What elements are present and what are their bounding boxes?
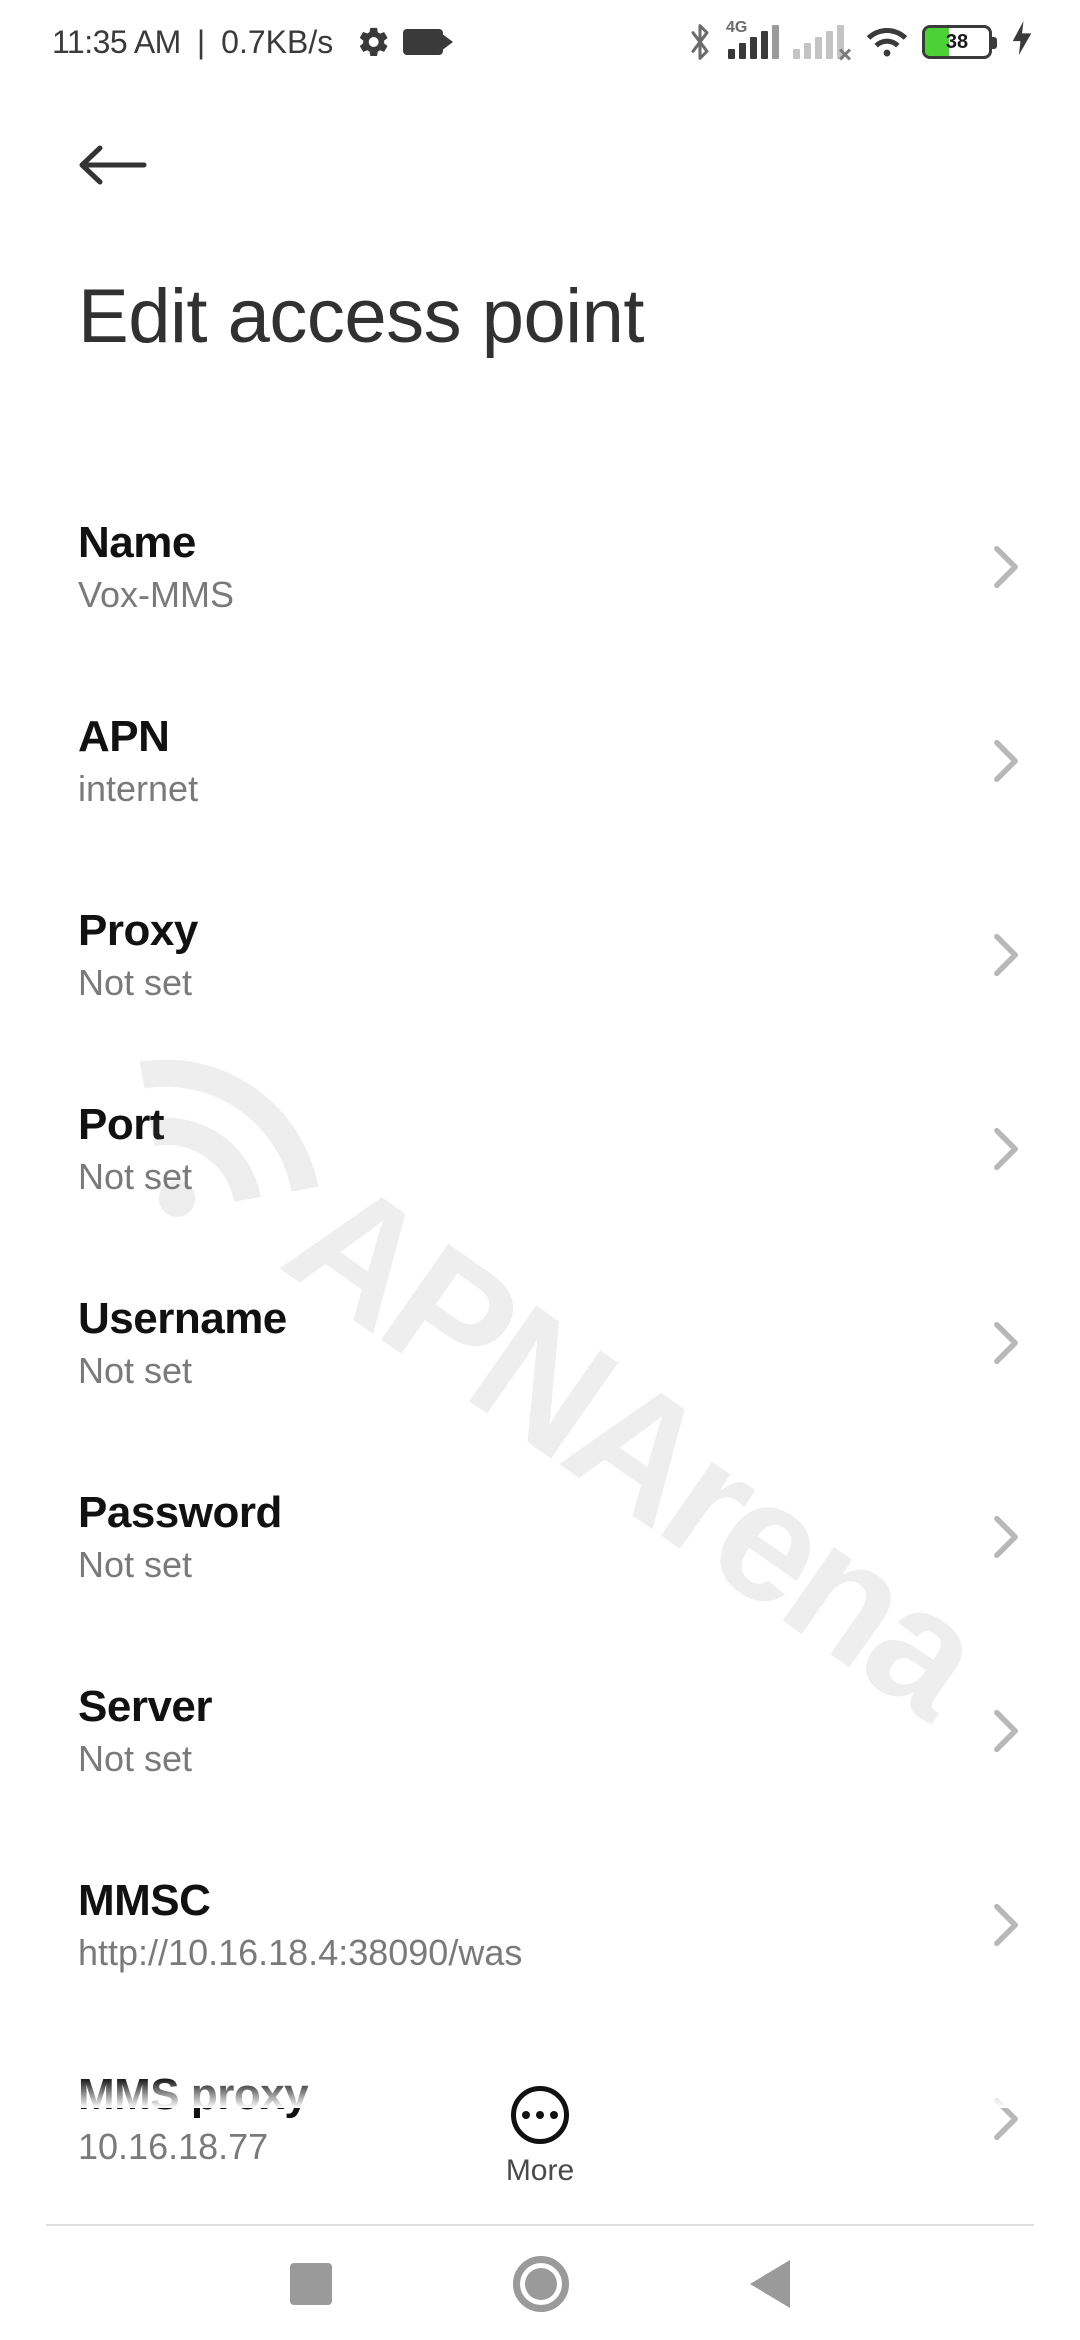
setting-label: Password (78, 1488, 282, 1538)
setting-row-name[interactable]: Name Vox-MMS (78, 470, 1028, 664)
chevron-right-icon (992, 739, 1028, 783)
more-icon (511, 2086, 569, 2144)
setting-value: Not set (78, 1350, 287, 1392)
setting-value: Not set (78, 1544, 282, 1586)
settings-list: Name Vox-MMS APN internet Proxy Not set … (0, 360, 1080, 2216)
chevron-right-icon (992, 545, 1028, 589)
setting-row-server[interactable]: Server Not set (78, 1634, 1028, 1828)
nav-back-button[interactable] (750, 2260, 790, 2308)
status-bar-left: 11:35 AM | 0.7KB/s (52, 24, 443, 61)
nav-recents-button[interactable] (290, 2263, 332, 2305)
status-separator: | (197, 24, 205, 61)
back-button[interactable] (78, 142, 148, 188)
setting-row-username[interactable]: Username Not set (78, 1246, 1028, 1440)
setting-label: APN (78, 712, 198, 762)
chevron-right-icon (992, 1321, 1028, 1365)
camera-icon (403, 29, 443, 55)
setting-label: Name (78, 518, 234, 568)
more-label: More (506, 2154, 574, 2188)
battery-percent: 38 (925, 31, 989, 54)
setting-row-mmsc[interactable]: MMSC http://10.16.18.4:38090/was (78, 1828, 1028, 2022)
more-button[interactable]: More (0, 2086, 1080, 2188)
signal-sim2-icon (793, 25, 852, 59)
chevron-right-icon (992, 1903, 1028, 1947)
setting-value: http://10.16.18.4:38090/was (78, 1932, 522, 1974)
setting-label: Proxy (78, 906, 198, 956)
status-time: 11:35 AM (52, 24, 181, 61)
status-bar: 11:35 AM | 0.7KB/s 4G (0, 0, 1080, 84)
nav-home-button[interactable] (513, 2256, 569, 2312)
bluetooth-icon (686, 22, 714, 62)
setting-row-port[interactable]: Port Not set (78, 1052, 1028, 1246)
setting-value: Not set (78, 1156, 192, 1198)
chevron-right-icon (992, 1709, 1028, 1753)
nav-bar (0, 2228, 1080, 2340)
setting-label: MMSC (78, 1876, 522, 1926)
setting-value: internet (78, 768, 198, 810)
network-type-label: 4G (726, 19, 747, 37)
setting-label: Port (78, 1100, 192, 1150)
chevron-right-icon (992, 1127, 1028, 1171)
setting-value: Vox-MMS (78, 574, 234, 616)
chevron-right-icon (992, 933, 1028, 977)
status-bar-right: 4G 38 (686, 21, 1032, 63)
page-title: Edit access point (0, 193, 1080, 360)
bottom-divider (46, 2224, 1034, 2226)
setting-row-password[interactable]: Password Not set (78, 1440, 1028, 1634)
charging-icon (1012, 21, 1032, 63)
setting-value: Not set (78, 1738, 212, 1780)
setting-row-proxy[interactable]: Proxy Not set (78, 858, 1028, 1052)
setting-label: Username (78, 1294, 287, 1344)
setting-value: Not set (78, 962, 198, 1004)
chevron-right-icon (992, 1515, 1028, 1559)
setting-label: Server (78, 1682, 212, 1732)
setting-row-apn[interactable]: APN internet (78, 664, 1028, 858)
battery-icon: 38 (922, 25, 992, 59)
signal-sim1-icon: 4G (728, 25, 779, 59)
wifi-icon (866, 25, 908, 59)
gear-icon (357, 25, 391, 59)
status-data-rate: 0.7KB/s (221, 24, 333, 61)
